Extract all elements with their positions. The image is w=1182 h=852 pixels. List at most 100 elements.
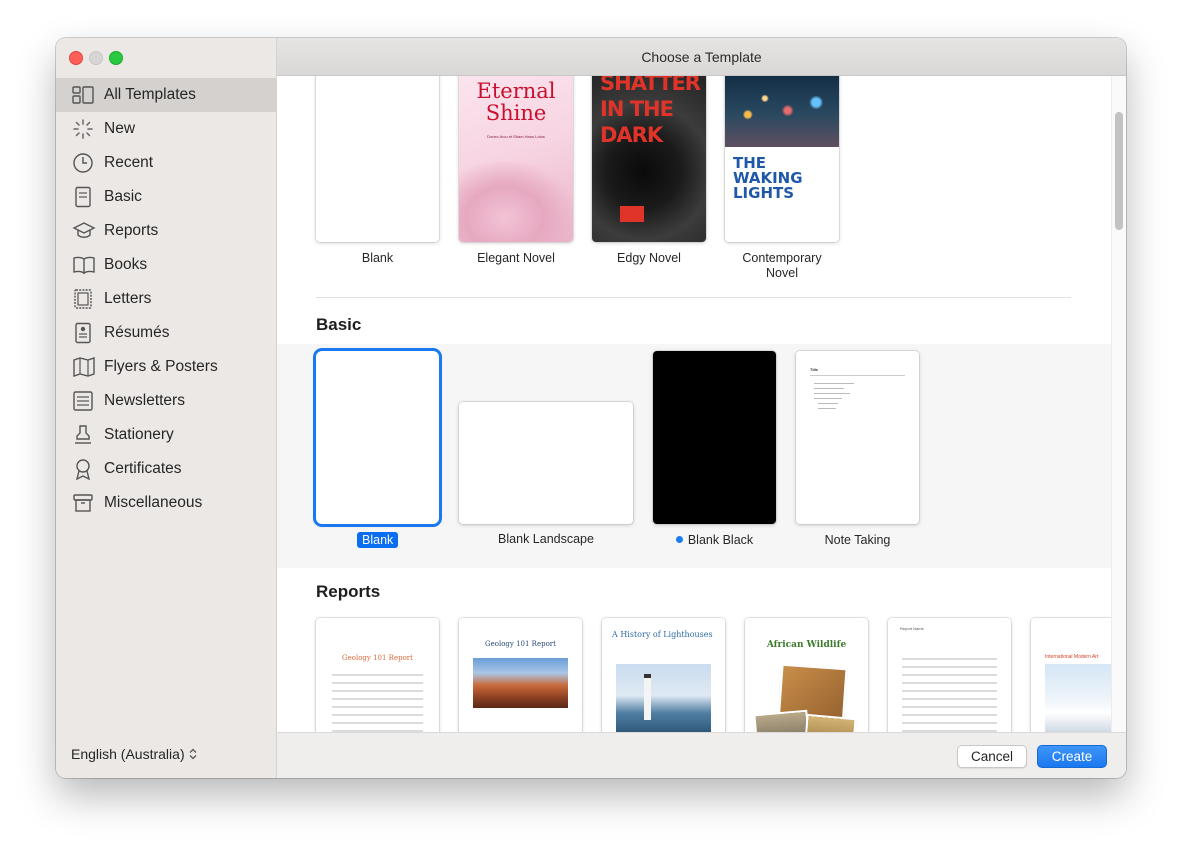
cover-author-block: [620, 206, 644, 222]
sidebar-item-label: Books: [104, 256, 148, 273]
cancel-button[interactable]: Cancel: [957, 745, 1027, 768]
note-line: [814, 383, 854, 384]
sidebar-item-label: Résumés: [104, 324, 170, 341]
sidebar-item-label: Stationery: [104, 426, 174, 443]
meerkat-photo: [805, 716, 855, 732]
sidebar-item-label: Recent: [104, 154, 154, 171]
text-placeholder: [332, 682, 423, 684]
text-placeholder: [902, 722, 997, 724]
note-line: [814, 388, 844, 389]
title-bar: Choose a Template: [277, 38, 1126, 76]
report-heading: International Modern Art: [1045, 654, 1099, 660]
stamp-icon: [72, 424, 98, 446]
template-thumb-report-lighthouses[interactable]: A History of Lighthouses: [602, 618, 725, 732]
section-divider: [316, 297, 1071, 298]
zoom-window-button[interactable]: [109, 51, 123, 65]
template-chooser-window: All Templates New Recent Basic Reports B…: [56, 38, 1126, 778]
sidebar-item-certificates[interactable]: Certificates: [56, 452, 276, 486]
template-caption: Note Taking: [824, 533, 891, 547]
template-thumb-note-taking[interactable]: Title: [796, 351, 919, 524]
sidebar-item-label: Newsletters: [104, 392, 185, 409]
template-thumb-report-geology-photo[interactable]: Geology 101 Report: [459, 618, 582, 732]
template-thumb-blank-landscape[interactable]: [459, 402, 633, 524]
report-heading: African Wildlife: [766, 640, 847, 650]
scrollbar-thumb[interactable]: [1115, 112, 1123, 230]
cover-title: THE WAKING LIGHTS: [733, 154, 803, 202]
section-title-reports: Reports: [316, 582, 381, 601]
template-thumb-blank-book[interactable]: [316, 76, 439, 242]
template-thumb-elegant-novel[interactable]: Eternal Shine Donec Arcu et Etiam Hans L…: [459, 76, 573, 242]
cover-title: Eternal Shine: [476, 79, 556, 125]
section-title-basic: Basic: [316, 315, 362, 334]
note-doc-title: Title: [810, 367, 819, 372]
document-icon: [72, 186, 98, 208]
template-gallery: Blank Eternal Shine Donec Arcu et Etiam …: [277, 76, 1126, 732]
book-icon: [72, 254, 98, 276]
report-heading: A History of Lighthouses: [612, 630, 713, 639]
vertical-scrollbar[interactable]: [1111, 76, 1126, 732]
window-title: Choose a Template: [641, 49, 762, 65]
note-line: [814, 398, 842, 399]
text-placeholder: [332, 714, 423, 716]
template-thumb-blank[interactable]: [316, 351, 439, 524]
note-line: [814, 393, 850, 394]
text-placeholder: [902, 666, 997, 668]
note-line: [818, 403, 838, 404]
text-placeholder: [332, 722, 423, 724]
template-thumb-report-african-wildlife[interactable]: African Wildlife: [745, 618, 868, 732]
new-template-dot: [675, 536, 683, 543]
clock-icon: [72, 152, 98, 174]
lighthouse-tower: [644, 674, 651, 720]
sidebar-item-newsletters[interactable]: Newsletters: [56, 384, 276, 418]
sidebar-item-all-templates[interactable]: All Templates: [56, 78, 276, 112]
newsletter-icon: [72, 390, 98, 412]
sidebar-item-label: Certificates: [104, 460, 182, 477]
sidebar-item-books[interactable]: Books: [56, 248, 276, 282]
template-thumb-blank-black[interactable]: [653, 351, 776, 524]
text-placeholder: [332, 690, 423, 692]
note-header-rule: [810, 375, 905, 376]
up-down-chevron-icon: [189, 748, 197, 760]
language-label: English (Australia): [71, 746, 185, 762]
sidebar-item-label: New: [104, 120, 136, 137]
template-thumb-contemporary-novel[interactable]: THE WAKING LIGHTS: [725, 76, 839, 242]
text-placeholder: [332, 674, 423, 676]
sidebar-item-label: Flyers & Posters: [104, 358, 218, 375]
text-placeholder: [332, 706, 423, 708]
template-caption-text: Blank Black: [687, 533, 754, 547]
elephant-photo: [755, 711, 809, 732]
sidebar-item-recent[interactable]: Recent: [56, 146, 276, 180]
minimize-window-button[interactable]: [89, 51, 103, 65]
canyon-photo: [473, 658, 568, 708]
text-placeholder: [902, 706, 997, 708]
sidebar-item-reports[interactable]: Reports: [56, 214, 276, 248]
graduation-cap-icon: [72, 220, 98, 242]
letter-icon: [72, 288, 98, 310]
cover-title: SHATTER IN THE DARK: [600, 76, 701, 147]
template-caption: Contemporary Novel: [742, 251, 822, 280]
template-thumb-edgy-novel[interactable]: SHATTER IN THE DARK: [592, 76, 706, 242]
template-caption: Elegant Novel: [477, 251, 555, 265]
sidebar-item-basic[interactable]: Basic: [56, 180, 276, 214]
sidebar-item-flyers-posters[interactable]: Flyers & Posters: [56, 350, 276, 384]
template-thumb-report-geology-plain[interactable]: Geology 101 Report: [316, 618, 439, 732]
template-thumb-report-plain-text[interactable]: Report Name: [888, 618, 1011, 732]
close-window-button[interactable]: [69, 51, 83, 65]
template-caption-selected: Blank: [357, 532, 399, 548]
sidebar-item-miscellaneous[interactable]: Miscellaneous: [56, 486, 276, 520]
lighthouse-photo: [616, 664, 711, 732]
resume-icon: [72, 322, 98, 344]
sidebar-item-new[interactable]: New: [56, 112, 276, 146]
cover-flower-art: [459, 162, 573, 242]
text-placeholder: [902, 714, 997, 716]
sidebar-item-letters[interactable]: Letters: [56, 282, 276, 316]
language-popup[interactable]: English (Australia): [71, 746, 197, 762]
text-placeholder: [902, 658, 997, 660]
sidebar-item-label: Reports: [104, 222, 159, 239]
template-caption: Edgy Novel: [617, 251, 681, 265]
cover-subtitle: Donec Arcu et Etiam Hans Lotus: [487, 134, 545, 139]
template-caption: Blank Landscape: [498, 532, 594, 546]
sidebar-item-stationery[interactable]: Stationery: [56, 418, 276, 452]
create-button[interactable]: Create: [1037, 745, 1107, 768]
sidebar-item-resumes[interactable]: Résumés: [56, 316, 276, 350]
